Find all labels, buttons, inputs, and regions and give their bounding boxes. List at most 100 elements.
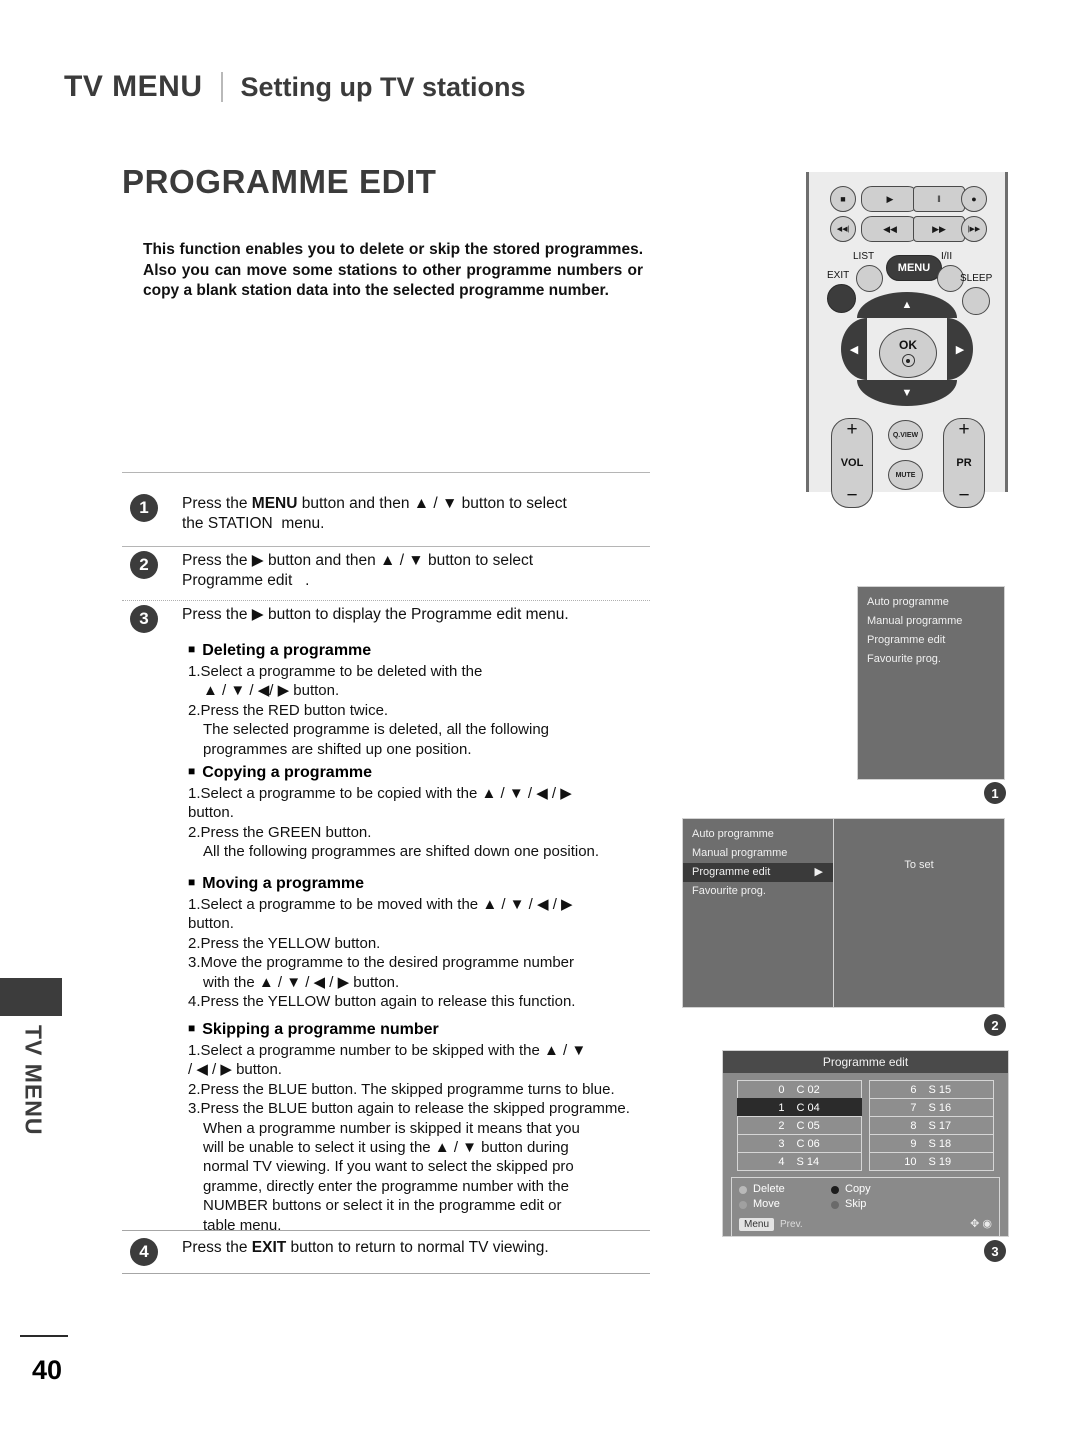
step-2-badge: 2 [130, 551, 158, 579]
step-1-text: Press the MENU button and then ▲ / ▼ but… [182, 495, 567, 532]
osd2-left-pane: Auto programme Manual programme Programm… [683, 819, 834, 1007]
osd3-cell[interactable]: 2C 05 [737, 1116, 862, 1135]
remote-dpad-down[interactable]: ▼ [857, 380, 957, 406]
section-copying-body: 1.Select a programme to be copied with t… [188, 785, 600, 861]
remote-pr-minus[interactable]: − [958, 486, 969, 505]
callout-2: 2 [984, 1014, 1006, 1036]
osd3-legend-row-1: Delete Copy [739, 1182, 992, 1197]
remote-previous-button[interactable]: ◀◀| [830, 216, 856, 242]
remote-vol-plus[interactable]: + [846, 420, 857, 439]
intro-paragraph: This function enables you to delete or s… [143, 241, 643, 299]
remote-vol-label: VOL [840, 457, 864, 469]
osd1-item-manual-programme[interactable]: Manual programme [858, 612, 1004, 631]
osd3-menu-prev[interactable]: Menu Prev. [739, 1214, 803, 1232]
remote-rewind-button[interactable]: ◀◀ [861, 216, 919, 242]
osd1-item-auto-programme[interactable]: Auto programme [858, 593, 1004, 612]
rule-below-step1 [122, 546, 650, 547]
remote-pause-button[interactable]: ‖ [913, 186, 965, 212]
remote-fastforward-button[interactable]: ▶▶ [913, 216, 965, 242]
osd3-cell-selected[interactable]: 1C 04 [737, 1098, 862, 1117]
osd3-action-copy[interactable]: Copy [831, 1182, 923, 1197]
osd1-item-favourite-prog[interactable]: Favourite prog. [858, 650, 1004, 669]
remote-play-button[interactable]: ▶ [861, 186, 919, 212]
osd3-bottom-bar: Menu Prev. ✥ ◉ [739, 1214, 992, 1232]
section-moving-heading: ■ Moving a programme [188, 875, 365, 892]
remote-record-button[interactable]: ● [961, 186, 987, 212]
remote-dpad-up[interactable]: ▲ [857, 292, 957, 318]
remote-dpad-left[interactable]: ◀ [841, 318, 867, 380]
section-deleting-body: 1.Select a programme to be deleted with … [188, 663, 550, 758]
osd3-cell[interactable]: 4S 14 [737, 1152, 862, 1171]
header-main-title: TV MENU [64, 70, 203, 103]
remote-pr-plus[interactable]: + [958, 420, 969, 439]
osd2-item-favourite-prog[interactable]: Favourite prog. [683, 882, 833, 901]
osd3-cell[interactable]: 7S 16 [869, 1098, 994, 1117]
osd3-cell[interactable]: 0C 02 [737, 1080, 862, 1099]
bullet-square-icon: ■ [188, 764, 196, 778]
bullet-square-icon: ■ [188, 642, 196, 656]
remote-qview-button[interactable]: Q.VIEW [888, 420, 923, 450]
page-number: 40 [32, 1355, 63, 1385]
remote-next-button[interactable]: |▶▶ [961, 216, 987, 242]
osd2-right-pane: To set [834, 819, 1004, 1007]
step-4-badge: 4 [130, 1238, 158, 1266]
skip-color-dot-icon [831, 1200, 839, 1209]
rule-below-step4 [122, 1273, 650, 1274]
osd2-item-auto-programme[interactable]: Auto programme [683, 825, 833, 844]
step-2: 2 Press the ▶ button and then ▲ / ▼ butt… [130, 551, 652, 591]
remote-pr-label: PR [956, 457, 972, 469]
step-4: 4 Press the EXIT button to return to nor… [130, 1238, 652, 1266]
page-title: PROGRAMME EDIT [122, 163, 437, 200]
side-tab-label-wrap: TV MENU [10, 1025, 56, 1175]
header-subtitle: Setting up TV stations [240, 72, 526, 102]
osd3-nav-icons: ✥ ◉ [970, 1217, 992, 1230]
section-skipping-body: 1.Select a programme number to be skippe… [188, 1042, 630, 1234]
footer-rule [20, 1335, 68, 1337]
osd3-action-delete[interactable]: Delete [739, 1182, 831, 1197]
osd3-cell[interactable]: 6S 15 [869, 1080, 994, 1099]
remote-ok-dot-icon [901, 354, 915, 367]
osd3-cell[interactable]: 9S 18 [869, 1134, 994, 1153]
step-1: 1 Press the MENU button and then ▲ / ▼ b… [130, 494, 652, 534]
step-4-text: Press the EXIT button to return to norma… [182, 1239, 549, 1256]
side-tab-block [0, 978, 62, 1016]
osd2-item-programme-edit[interactable]: Programme edit ▶ [683, 863, 833, 882]
remote-menu-button[interactable]: MENU [886, 255, 942, 281]
section-moving: ■ Moving a programme 1.Select a programme… [188, 875, 658, 1011]
step-3-badge: 3 [130, 605, 158, 633]
remote-control-illustration: ■ ▶ ‖ ● ◀◀| ◀◀ ▶▶ |▶▶ LIST MENU I/II EXI… [806, 172, 1008, 508]
remote-ok-button[interactable]: OK [879, 328, 937, 378]
page-header: TV MENU Setting up TV stations [64, 70, 526, 104]
section-skipping: ■ Skipping a programme number 1.Select a … [188, 1021, 658, 1235]
section-moving-body: 1.Select a programme to be moved with th… [188, 896, 576, 1011]
remote-list-label: LIST [853, 251, 875, 262]
remote-programme-rocker[interactable]: + PR − [943, 418, 985, 508]
step-1-badge: 1 [130, 494, 158, 522]
remote-exit-label: EXIT [827, 270, 850, 281]
bullet-square-icon: ■ [188, 1021, 196, 1035]
rule-below-step2 [122, 600, 650, 601]
rule-above-step4 [122, 1230, 650, 1231]
osd2-to-set-label: To set [904, 859, 934, 871]
osd3-menu-chip[interactable]: Menu [739, 1218, 775, 1231]
remote-stop-button[interactable]: ■ [830, 186, 856, 212]
osd3-legend-row-2: Move Skip [739, 1197, 992, 1212]
osd3-cell[interactable]: 10 S 19 [869, 1152, 994, 1171]
header-divider [220, 72, 223, 102]
osd3-action-skip[interactable]: Skip [831, 1197, 923, 1212]
remote-vol-minus[interactable]: − [846, 486, 857, 505]
remote-dpad-right[interactable]: ▶ [947, 318, 973, 380]
section-deleting: ■ Deleting a programme 1.Select a program… [188, 642, 658, 759]
remote-volume-rocker[interactable]: + VOL − [831, 418, 873, 508]
osd3-cell[interactable]: 3C 06 [737, 1134, 862, 1153]
osd1-item-programme-edit[interactable]: Programme edit [858, 631, 1004, 650]
remote-dpad[interactable]: ▲ ◀ ▶ ▼ OK [841, 292, 973, 412]
copy-color-dot-icon [831, 1185, 839, 1194]
remote-list-button[interactable] [856, 265, 883, 292]
osd2-item-programme-edit-label: Programme edit [692, 866, 771, 878]
osd3-action-move[interactable]: Move [739, 1197, 831, 1212]
callout-3: 3 [984, 1240, 1006, 1262]
remote-mute-button[interactable]: MUTE [888, 460, 923, 490]
osd2-item-manual-programme[interactable]: Manual programme [683, 844, 833, 863]
osd3-cell[interactable]: 8S 17 [869, 1116, 994, 1135]
